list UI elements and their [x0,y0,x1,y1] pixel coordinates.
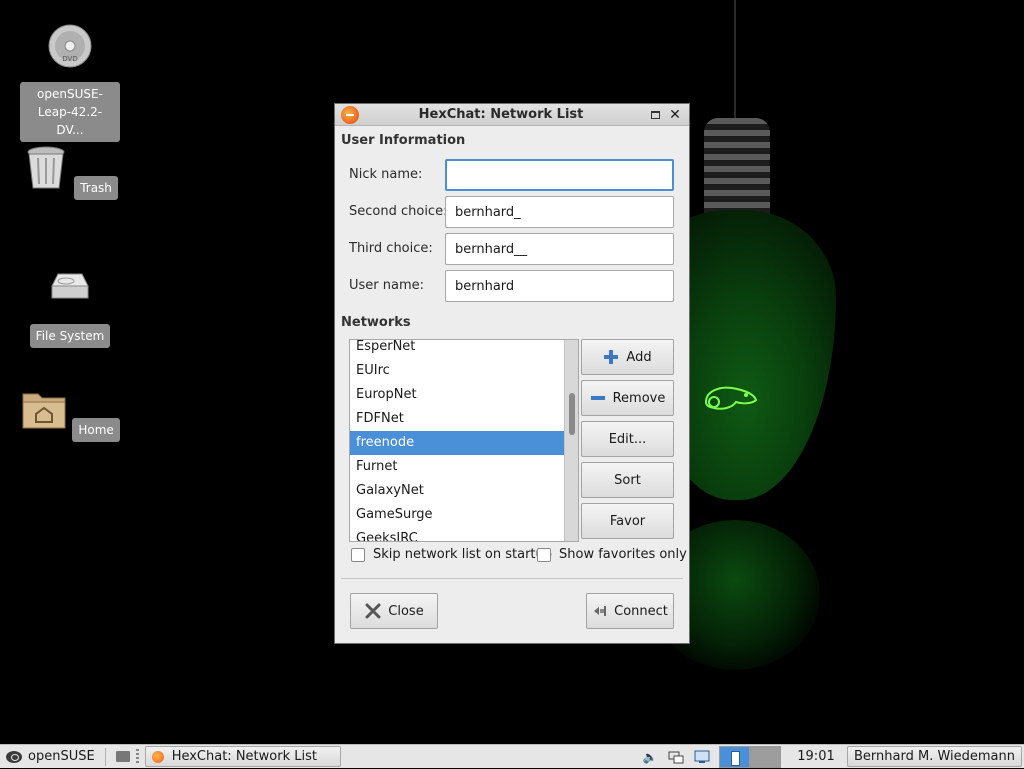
nick-name-input[interactable] [445,159,674,191]
remove-button-label: Remove [612,390,666,406]
maximize-button[interactable] [647,107,663,123]
hexchat-task-icon [151,750,164,763]
add-network-button[interactable]: Add [581,339,674,375]
network-item[interactable]: GameSurge [350,503,564,527]
favor-button-label: Favor [609,513,646,529]
harddisk-icon [51,273,89,299]
remove-network-button[interactable]: Remove [581,380,674,416]
workspace-2[interactable] [750,745,781,768]
taskbar-window-hexchat[interactable]: HexChat: Network List [144,746,341,767]
network-item[interactable]: Furnet [350,455,564,479]
network-item[interactable]: EuropNet [350,383,564,407]
clock[interactable]: 19:01 [785,749,847,764]
close-x-icon [364,602,382,620]
third-choice-label: Third choice: [349,241,433,256]
separator [341,578,683,579]
desktop-icon-label: Trash [74,176,118,200]
minus-icon [590,390,606,406]
dvd-label-line1: openSUSE- [37,87,103,101]
maximize-icon [650,110,660,119]
edit-network-button[interactable]: Edit... [581,421,674,457]
network-item[interactable]: FDFNet [350,407,564,431]
taskbar-handle[interactable] [135,748,139,765]
close-button-label: Close [388,603,424,619]
desktop-icon-label: openSUSE- Leap-42.2-DV... [20,82,120,142]
workspace-switcher[interactable] [719,745,781,768]
taskbar: openSUSE HexChat: Network List 🔈 19:01 B… [0,744,1024,768]
show-favorites-checkbox[interactable]: Show favorites only [537,547,687,562]
plus-icon [603,349,619,365]
start-menu-label: openSUSE [28,749,95,764]
edit-button-label: Edit... [608,431,647,447]
network-icon[interactable] [667,749,685,765]
desktop-icon-label: File System [29,324,111,348]
favor-network-button[interactable]: Favor [581,503,674,539]
network-list-dialog: HexChat: Network List ✕ User Information… [334,103,690,644]
scrollbar-thumb[interactable] [569,393,575,435]
file-manager-launcher-icon[interactable] [115,751,130,762]
taskbar-window-label: HexChat: Network List [171,749,317,764]
connect-plug-icon [592,603,608,619]
home-folder-icon [22,393,66,429]
network-list-scrollbar[interactable] [564,340,578,541]
desktop-icon-trash[interactable]: Trash [20,144,120,200]
chameleon-logo-icon [704,386,758,410]
add-button-label: Add [626,349,652,365]
dialog-title: HexChat: Network List [418,107,584,122]
hexchat-app-icon[interactable] [341,105,359,124]
user-name-label: User name: [349,278,425,293]
close-button[interactable]: Close [350,593,438,629]
close-icon: ✕ [669,106,681,123]
user-information-heading: User Information [341,133,466,148]
sort-button-label: Sort [614,472,641,488]
close-window-button[interactable]: ✕ [667,107,683,123]
svg-text:DVD: DVD [62,55,77,63]
display-icon[interactable] [693,749,711,765]
skip-network-list-checkbox[interactable]: Skip network list on startup [351,547,552,562]
desktop-icon-filesystem[interactable]: File System [20,266,120,348]
user-session-button[interactable]: Bernhard M. Wiedemann [847,746,1022,767]
volume-icon[interactable]: 🔈 [641,749,659,765]
skip-checkbox-box[interactable] [351,547,365,562]
network-item[interactable]: EsperNet [350,340,564,359]
opensuse-gecko-icon [6,750,22,763]
connect-button-label: Connect [614,603,668,619]
sort-networks-button[interactable]: Sort [581,462,674,498]
network-list[interactable]: EsperNet EUIrc EuropNet FDFNet freenode … [349,339,579,542]
user-name-input[interactable] [445,270,674,302]
skip-checkbox-label: Skip network list on startup [373,547,553,562]
third-choice-input[interactable] [445,233,674,265]
network-item[interactable]: EUIrc [350,359,564,383]
dialog-titlebar[interactable]: HexChat: Network List ✕ [335,104,689,126]
favorites-checkbox-box[interactable] [537,547,551,562]
desktop-icon-home[interactable]: Home [20,386,120,442]
workspace-1[interactable] [719,745,750,768]
trash-icon [27,146,65,189]
network-list-items: EsperNet EUIrc EuropNet FDFNet freenode … [350,340,564,541]
second-choice-label: Second choice: [349,204,448,219]
start-menu-button[interactable]: openSUSE [0,745,101,769]
favorites-checkbox-label: Show favorites only [559,547,687,562]
wallpaper-bulb-wire [734,0,736,122]
connect-button[interactable]: Connect [586,593,674,629]
dvd-icon: DVD [48,24,92,68]
network-item[interactable]: GalaxyNet [350,479,564,503]
nick-name-label: Nick name: [349,167,423,182]
networks-heading: Networks [341,315,411,330]
network-item[interactable]: GeeksIRC [350,527,564,541]
desktop-icon-dvd[interactable]: DVD openSUSE- Leap-42.2-DV... [20,24,120,142]
network-item-selected[interactable]: freenode [350,431,564,455]
taskbar-separator [104,747,106,766]
second-choice-input[interactable] [445,196,674,228]
desktop-icon-label: Home [72,418,120,442]
dvd-label-line2: Leap-42.2-DV... [37,105,103,137]
